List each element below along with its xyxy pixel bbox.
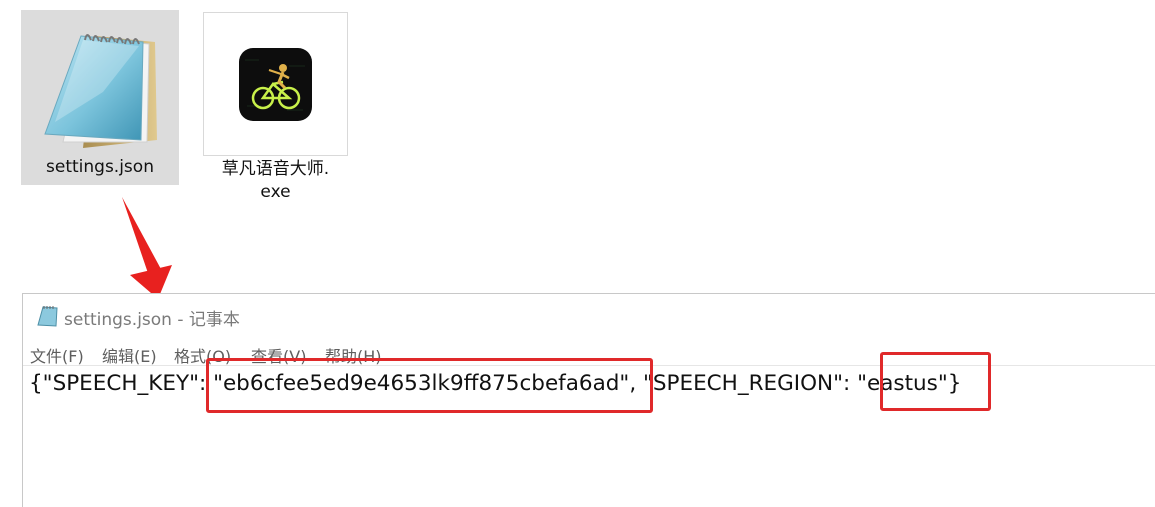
json-middle: , "SPEECH_REGION": xyxy=(629,371,858,396)
notepad-icon xyxy=(43,22,161,152)
menu-file[interactable]: 文件(F) xyxy=(30,343,84,365)
red-arrow-annotation xyxy=(110,195,190,305)
menu-edit[interactable]: 编辑(E) xyxy=(102,343,157,365)
speech-key-highlight-box xyxy=(206,358,653,413)
file-name-line1: 草凡语音大师. xyxy=(221,159,330,179)
file-name-label: 草凡语音大师. exe xyxy=(203,158,348,204)
screenshot-stage: settings.json 草凡语音大师. exe settings.json … xyxy=(0,0,1155,507)
file-settings-json[interactable]: settings.json xyxy=(21,10,179,185)
cyclist-app-icon xyxy=(239,48,312,121)
file-thumbnail xyxy=(203,12,348,156)
file-name-label: settings.json xyxy=(46,157,154,177)
file-name-line2: exe xyxy=(260,182,291,202)
speech-region-highlight-box xyxy=(880,352,991,411)
notepad-window: settings.json - 记事本 文件(F) 编辑(E) 格式(O) 查看… xyxy=(22,293,1155,507)
file-exe[interactable]: 草凡语音大师. exe xyxy=(203,12,348,207)
window-title: settings.json - 记事本 xyxy=(64,310,240,330)
title-bar[interactable]: settings.json - 记事本 xyxy=(23,294,1155,336)
notepad-icon xyxy=(35,304,59,328)
json-prefix: {"SPEECH_KEY": xyxy=(29,371,214,396)
